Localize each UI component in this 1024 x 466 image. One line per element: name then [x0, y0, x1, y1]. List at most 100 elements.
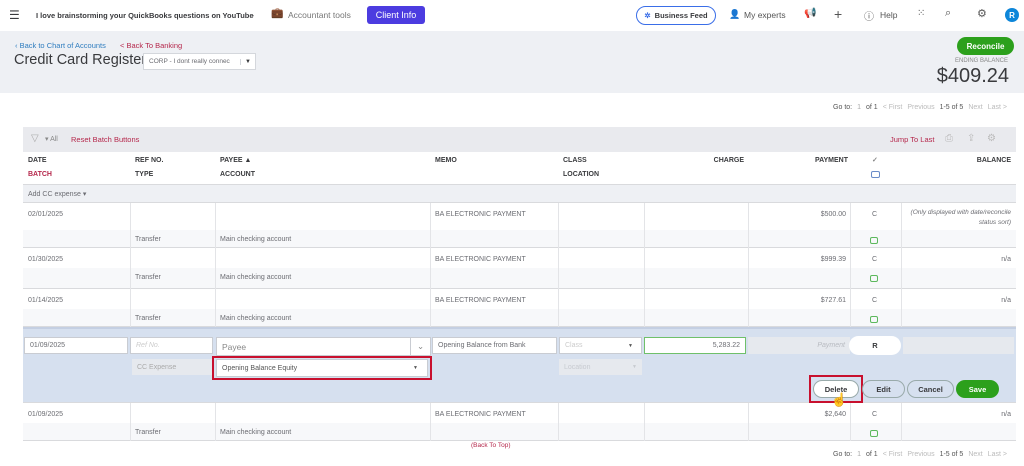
briefcase-icon: 💼 — [271, 8, 284, 19]
payment-input[interactable]: Payment — [748, 337, 850, 354]
edit-button[interactable]: Edit — [862, 380, 905, 398]
attachment-icon[interactable] — [870, 275, 878, 282]
megaphone-icon[interactable]: 📢 — [804, 8, 816, 19]
table-toolbar: ▽ ▾ All Reset Batch Buttons Jump To Last… — [23, 127, 1016, 152]
filter-icon[interactable]: ▽ — [31, 133, 39, 144]
col-status[interactable]: ✓ — [872, 156, 878, 164]
range-label: 1-5 of 5 — [939, 451, 964, 458]
client-info-button[interactable]: Client Info — [367, 6, 425, 24]
top-bar: ☰ I love brainstorming your QuickBooks q… — [0, 0, 1024, 31]
save-button[interactable]: Save — [956, 380, 999, 398]
page-header: ‹ Back to Chart of Accounts < Back To Ba… — [0, 31, 1024, 93]
gear-icon[interactable]: ⚙ — [977, 7, 987, 20]
date-input[interactable]: 01/09/2025 — [24, 337, 128, 354]
previous-link[interactable]: Previous — [907, 104, 934, 111]
row-type: Transfer — [135, 236, 161, 243]
filter-all[interactable]: ▾ All — [45, 135, 58, 143]
export-icon[interactable]: ⇪ — [967, 133, 975, 144]
col-ref[interactable]: REF NO. — [135, 157, 163, 164]
hand-cursor-icon: ☝ — [831, 392, 848, 407]
charge-input[interactable]: 5,283.22 — [644, 337, 746, 354]
menu-icon[interactable]: ☰ — [9, 8, 20, 22]
person-icon: 👤 — [729, 9, 741, 19]
col-payee[interactable]: PAYEE ▲ — [220, 157, 251, 164]
memo-input[interactable]: Opening Balance from Bank — [432, 337, 557, 354]
col-balance[interactable]: BALANCE — [903, 157, 1011, 164]
attachment-icon[interactable] — [870, 237, 878, 244]
account-select-value: CORP - I dont really connec — [149, 58, 230, 65]
row-status[interactable]: C — [872, 211, 877, 218]
account-select[interactable]: CORP - I dont really connec ▼ — [143, 53, 256, 70]
col-date[interactable]: DATE — [28, 157, 47, 164]
row-date: 01/09/2025 — [28, 411, 64, 418]
location-select[interactable]: Location ▼ — [559, 359, 642, 375]
col-location[interactable]: LOCATION — [563, 171, 599, 178]
attachment-icon[interactable] — [870, 316, 878, 323]
row-payment: $727.61 — [820, 297, 846, 304]
pager-top: Go to: 1 of 1 < First Previous 1-5 of 5 Next La… — [833, 104, 1007, 111]
col-class[interactable]: CLASS — [563, 157, 587, 164]
row-memo: BA ELECTRONIC PAYMENT — [435, 211, 526, 218]
col-payment[interactable]: PAYMENT — [748, 157, 848, 164]
row-balance: n/a — [1001, 256, 1011, 263]
filter-all-label: All — [50, 136, 58, 143]
reconcile-status-toggle[interactable]: R — [849, 336, 901, 355]
goto-label: Go to: — [833, 451, 853, 458]
page-input[interactable]: 1 — [857, 104, 861, 111]
table-row[interactable]: 01/09/2025 Transfer Main checking accoun… — [23, 403, 1016, 441]
my-experts-link[interactable]: My experts — [744, 10, 786, 20]
last-link[interactable]: Last > — [988, 451, 1007, 458]
company-name[interactable]: I love brainstorming your QuickBooks que… — [36, 11, 254, 20]
class-select[interactable]: Class ▼ — [559, 337, 642, 354]
apps-grid-icon[interactable]: ⁙ — [917, 8, 925, 19]
table-row[interactable]: 01/30/2025 Transfer Main checking accoun… — [23, 248, 1016, 289]
reset-batch-link[interactable]: Reset Batch Buttons — [71, 135, 139, 144]
row-type: Transfer — [135, 315, 161, 322]
chevron-down-icon[interactable]: ⌄ — [410, 338, 430, 355]
last-link[interactable]: Last > — [988, 104, 1007, 111]
help-icon[interactable]: ⓘ — [864, 8, 874, 23]
help-link[interactable]: Help — [880, 10, 897, 20]
payee-input[interactable]: Payee ⌄ — [216, 337, 431, 356]
page-input[interactable]: 1 — [857, 451, 861, 458]
settings-icon[interactable]: ⚙ — [987, 133, 996, 144]
ending-balance-label: ENDING BALANCE — [954, 58, 1008, 64]
table-row[interactable]: 01/14/2025 Transfer Main checking accoun… — [23, 289, 1016, 327]
row-balance: n/a — [1001, 297, 1011, 304]
avatar[interactable]: R — [1005, 8, 1019, 22]
reconcile-button[interactable]: Reconcile — [957, 37, 1014, 55]
col-batch[interactable]: BATCH — [28, 171, 52, 178]
col-account[interactable]: ACCOUNT — [220, 171, 255, 178]
col-type[interactable]: TYPE — [135, 171, 153, 178]
jump-to-last-link[interactable]: Jump To Last — [890, 135, 934, 144]
search-icon[interactable]: ⌕ — [945, 7, 951, 20]
table-row[interactable]: 02/01/2025 Transfer Main checking accoun… — [23, 203, 1016, 248]
chevron-down-icon[interactable]: ⌄ — [249, 10, 256, 19]
print-icon[interactable]: ⎙ — [945, 133, 953, 144]
attachment-icon[interactable] — [870, 430, 878, 437]
back-to-banking-link[interactable]: < Back To Banking — [120, 41, 182, 50]
page-of: of 1 — [866, 104, 878, 111]
col-memo[interactable]: MEMO — [435, 157, 457, 164]
pager-bottom: Go to: 1 of 1 < First Previous 1-5 of 5 Next La… — [833, 451, 1007, 458]
row-status[interactable]: C — [872, 297, 877, 304]
row-memo: BA ELECTRONIC PAYMENT — [435, 256, 526, 263]
plus-icon[interactable]: + — [834, 6, 842, 22]
accountant-tools-link[interactable]: Accountant tools — [288, 10, 351, 20]
first-link[interactable]: < First — [883, 451, 903, 458]
row-status[interactable]: C — [872, 411, 877, 418]
row-status[interactable]: C — [872, 256, 877, 263]
back-to-top-link[interactable]: (Back To Top) — [471, 442, 511, 449]
next-link[interactable]: Next — [968, 104, 982, 111]
business-feed-label: Business Feed — [654, 11, 708, 20]
col-charge[interactable]: CHARGE — [644, 157, 744, 164]
previous-link[interactable]: Previous — [907, 451, 934, 458]
business-feed-button[interactable]: ✲ Business Feed — [636, 6, 716, 25]
cancel-button[interactable]: Cancel — [907, 380, 954, 398]
ref-no-input[interactable]: Ref No. — [130, 337, 213, 354]
add-cc-expense-button[interactable]: Add CC expense ▾ — [28, 190, 86, 198]
back-to-chart-link[interactable]: ‹ Back to Chart of Accounts — [15, 41, 106, 50]
edit-row: 01/09/2025 Ref No. Payee ⌄ Opening Balanc… — [23, 327, 1016, 407]
next-link[interactable]: Next — [968, 451, 982, 458]
first-link[interactable]: < First — [883, 104, 903, 111]
